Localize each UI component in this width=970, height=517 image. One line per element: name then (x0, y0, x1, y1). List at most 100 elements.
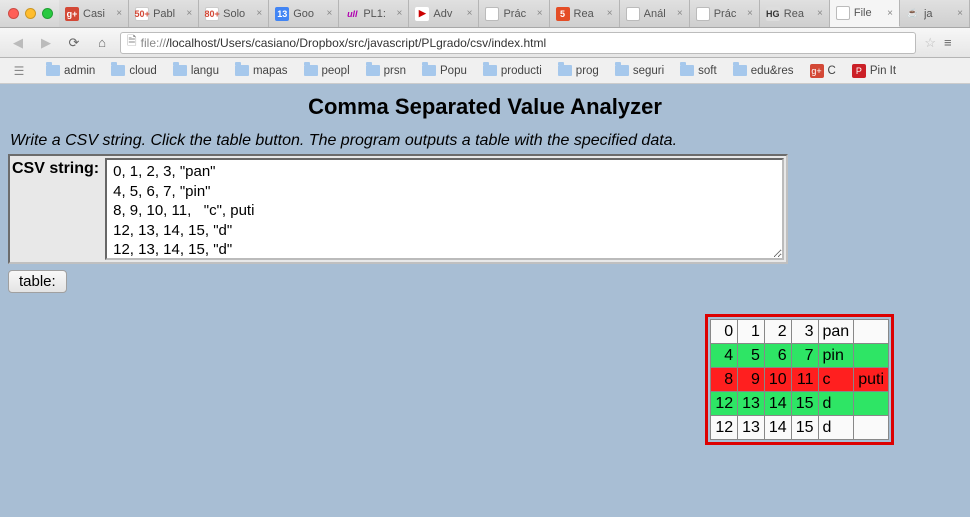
window-close-button[interactable] (8, 8, 19, 19)
browser-tabstrip: g+Casi×50+Pabl×80+Solo×13Goo×ullPL1:×▶Ad… (59, 0, 970, 27)
reload-button[interactable]: ⟳ (64, 33, 84, 53)
table-cell: 11 (791, 368, 818, 392)
folder-icon (366, 65, 380, 76)
table-row: 12131415d (711, 392, 889, 416)
tab-favicon (485, 7, 499, 21)
tab-close-icon[interactable]: × (957, 8, 963, 19)
browser-tab[interactable]: File× (830, 0, 900, 27)
browser-tab[interactable]: 13Goo× (269, 0, 339, 27)
folder-icon (615, 65, 629, 76)
tab-title: PL1: (363, 8, 392, 20)
tab-close-icon[interactable]: × (747, 8, 753, 19)
table-cell: puti (854, 368, 889, 392)
bookmark-item[interactable]: prsn (360, 63, 412, 79)
bookmark-label: soft (698, 65, 717, 77)
table-cell: 1 (738, 320, 765, 344)
bookmark-item[interactable]: langu (167, 63, 225, 79)
tab-close-icon[interactable]: × (397, 8, 403, 19)
tab-title: Anál (644, 8, 673, 20)
browser-tab[interactable]: g+Casi× (59, 0, 129, 27)
bookmark-label: langu (191, 65, 219, 77)
bookmark-item[interactable]: prog (552, 63, 605, 79)
output-table-wrap: 0123pan4567pin891011cputi12131415d121314… (705, 314, 894, 445)
browser-tab[interactable]: 80+Solo× (199, 0, 269, 27)
table-cell: 12 (711, 392, 738, 416)
table-cell: 2 (764, 320, 791, 344)
bookmark-item[interactable]: PPin It (846, 62, 902, 80)
bookmark-item[interactable]: producti (477, 63, 548, 79)
table-row: 891011cputi (711, 368, 889, 392)
browser-tab[interactable]: Prác× (479, 0, 549, 27)
bookmark-item[interactable]: g+C (804, 62, 842, 80)
table-cell: 6 (764, 344, 791, 368)
bookmark-item[interactable]: soft (674, 63, 723, 79)
bookmark-label: admin (64, 65, 95, 77)
url-path: /localhost/Users/casiano/Dropbox/src/jav… (166, 36, 546, 50)
tab-favicon: ▶ (415, 7, 429, 21)
bookmark-item[interactable]: mapas (229, 63, 294, 79)
tab-title: ja (924, 8, 953, 20)
browser-menu-icon[interactable]: ≡ (944, 35, 962, 50)
tab-close-icon[interactable]: × (116, 8, 122, 19)
tab-close-icon[interactable]: × (817, 8, 823, 19)
window-zoom-button[interactable] (42, 8, 53, 19)
bookmark-item[interactable]: cloud (105, 63, 163, 79)
csv-label: CSV string: (12, 158, 99, 178)
output-table: 0123pan4567pin891011cputi12131415d121314… (710, 319, 889, 440)
browser-tab[interactable]: Anál × (620, 0, 690, 27)
bookmark-item[interactable]: seguri (609, 63, 670, 79)
bookmark-label: edu&res (751, 65, 794, 77)
table-button[interactable]: table: (8, 270, 67, 293)
browser-tab[interactable]: HGRea× (760, 0, 830, 27)
bookmark-label: Popu (440, 65, 467, 77)
bookmark-item[interactable]: peopl (298, 63, 356, 79)
tab-close-icon[interactable]: × (607, 8, 613, 19)
bookmark-label: seguri (633, 65, 664, 77)
browser-tab[interactable]: ullPL1:× (339, 0, 409, 27)
tab-favicon: 80+ (205, 7, 219, 21)
url-bar[interactable]: 🗎 file:///localhost/Users/casiano/Dropbo… (120, 32, 916, 54)
browser-tab[interactable]: Prác× (690, 0, 760, 27)
bookmark-item[interactable]: edu&res (727, 63, 800, 79)
bookmark-label: prsn (384, 65, 406, 77)
back-button[interactable]: ◀ (8, 33, 28, 53)
forward-button[interactable]: ▶ (36, 33, 56, 53)
tab-close-icon[interactable]: × (537, 8, 543, 19)
csv-form: CSV string: (8, 154, 788, 264)
url-scheme: file:// (141, 36, 166, 50)
bookmark-item[interactable]: ☰ (6, 62, 36, 80)
folder-icon (680, 65, 694, 76)
tab-favicon: 13 (275, 7, 289, 21)
bookmark-label: Pin It (870, 65, 896, 77)
traffic-lights (8, 8, 53, 19)
tab-close-icon[interactable]: × (256, 8, 262, 19)
folder-icon (733, 65, 747, 76)
bookmark-item[interactable]: admin (40, 63, 101, 79)
csv-input[interactable] (105, 158, 784, 260)
file-icon: 🗎 (127, 32, 137, 53)
home-button[interactable]: ⌂ (92, 33, 112, 53)
tab-close-icon[interactable]: × (326, 8, 332, 19)
window-minimize-button[interactable] (25, 8, 36, 19)
browser-tab[interactable]: ☕ ja × (900, 0, 970, 27)
browser-toolbar: ◀ ▶ ⟳ ⌂ 🗎 file:///localhost/Users/casian… (0, 28, 970, 58)
tab-favicon: g+ (65, 7, 79, 21)
table-row: 0123pan (711, 320, 889, 344)
tab-close-icon[interactable]: × (677, 8, 683, 19)
bookmark-item[interactable]: Popu (416, 63, 473, 79)
tab-favicon: ☕ (906, 7, 920, 21)
tab-close-icon[interactable]: × (887, 8, 893, 19)
bookmark-star-icon[interactable]: ☆ (924, 35, 936, 51)
table-cell: 7 (791, 344, 818, 368)
table-cell: 0 (711, 320, 738, 344)
gplus-icon: g+ (810, 64, 824, 78)
browser-tab[interactable]: 5Rea× (550, 0, 620, 27)
tab-close-icon[interactable]: × (186, 8, 192, 19)
tab-favicon: 5 (556, 7, 570, 21)
folder-icon (558, 65, 572, 76)
table-cell (854, 320, 889, 344)
browser-tab[interactable]: 50+Pabl× (129, 0, 199, 27)
browser-tab[interactable]: ▶Adv× (409, 0, 479, 27)
folder-icon (304, 65, 318, 76)
tab-close-icon[interactable]: × (467, 8, 473, 19)
